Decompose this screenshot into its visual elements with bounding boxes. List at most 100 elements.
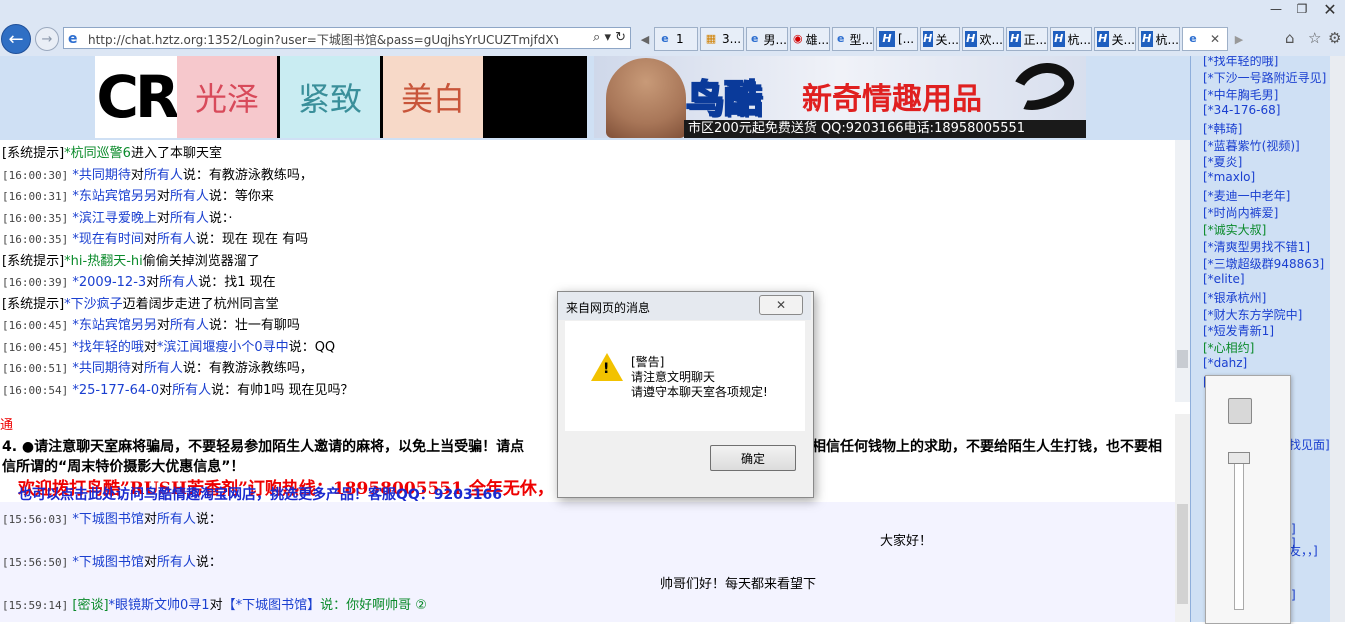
user-list-item[interactable]: [*找年轻的哦] (1203, 56, 1278, 69)
red-logo-icon: ◉ (793, 32, 803, 45)
user-list-item[interactable]: [*下沙一号路附近寻见] (1203, 69, 1326, 86)
address-url[interactable]: http://chat.hztz.org:1352/Login?user=下城图… (88, 31, 558, 48)
shop-link[interactable]: 也可以点击此处访问鸟酷情趣淘宝网店，挑选更多产品！客服QQ：9203166 (18, 484, 502, 504)
chat-user[interactable]: *东站宾馆另另 (72, 189, 157, 204)
user-list-item[interactable]: [*中年胸毛男] (1203, 86, 1278, 103)
chat-user[interactable]: *东站宾馆另另 (72, 318, 157, 333)
dialog-close-button[interactable]: ✕ (759, 295, 803, 315)
home-icon[interactable]: ⌂ (1285, 29, 1295, 47)
chat-user[interactable]: *杭同巡警6 (64, 146, 131, 161)
chat-target[interactable]: 所有人 (144, 361, 183, 376)
tab-label: 杭... (1067, 32, 1091, 47)
user-list-item-partial[interactable]: ] (1291, 588, 1296, 602)
address-tools[interactable]: ⌕ ▾ ↻ (593, 30, 626, 45)
tab-10[interactable]: H 杭... (1050, 27, 1092, 51)
tab-scroll-right-icon[interactable]: ▶ (1230, 27, 1248, 51)
tab-2[interactable]: ▦ 3... (700, 27, 744, 51)
tab-5[interactable]: e 型... (832, 27, 874, 51)
tab-11[interactable]: H 关... (1094, 27, 1136, 51)
tab-label: 1 (676, 32, 684, 46)
chat-target[interactable]: 所有人 (157, 512, 196, 527)
tab-scroll-left-icon[interactable]: ◀ (636, 27, 654, 51)
user-list-item-partial[interactable]: ] (1291, 522, 1296, 536)
chat-scrollbar[interactable] (1175, 140, 1190, 402)
chat-user[interactable]: *25-177-64-0 (72, 383, 159, 398)
close-window-icon[interactable]: ✕ (1316, 0, 1344, 19)
user-list-item[interactable]: [*34-176-68] (1203, 103, 1280, 117)
user-list-item-partial[interactable]: 找见面] (1289, 436, 1330, 453)
chat-target[interactable]: 所有人 (170, 189, 209, 204)
tab-label: [... (898, 32, 915, 46)
speaker-icon[interactable] (1228, 398, 1252, 424)
favorites-star-icon[interactable]: ☆ (1308, 29, 1321, 47)
announce-line-2: 信所谓的“周末特价摄影大优惠信息”！ (2, 459, 245, 475)
user-list-item[interactable]: [*elite] (1203, 272, 1245, 286)
user-list-item[interactable]: [*三墩超级群948863] (1203, 255, 1324, 272)
chat-user[interactable]: *共同期待 (72, 361, 131, 376)
user-list-item[interactable]: [*蓝暮紫竹(视频)] (1203, 137, 1300, 154)
user-list-scrollbar[interactable] (1330, 56, 1345, 622)
chat-scrollbar-thumb[interactable] (1177, 350, 1188, 368)
tab-7[interactable]: H 关... (920, 27, 960, 51)
chat-target[interactable]: *滨江闻堰瘦小个0寻中 (157, 340, 289, 355)
chat-target[interactable]: 所有人 (170, 211, 209, 226)
chat-target[interactable]: 所有人 (157, 232, 196, 247)
back-button[interactable]: ← (1, 24, 31, 54)
tab-4[interactable]: ◉ 雄... (790, 27, 830, 51)
chat-target[interactable]: 【*下城图书馆】 (223, 598, 321, 613)
chat-target[interactable]: 所有人 (159, 275, 198, 290)
chat-user[interactable]: *现在有时间 (72, 232, 144, 247)
ad-banner-niaoku[interactable]: 鸟酷 新奇情趣用品 市区200元起免费送货 QQ:9203166电话:18958… (594, 56, 1086, 138)
settings-gear-icon[interactable]: ⚙ (1328, 29, 1341, 47)
chat-user[interactable]: *找年轻的哦 (72, 340, 144, 355)
user-list-item[interactable]: [*财大东方学院中] (1203, 306, 1302, 323)
chat-user[interactable]: *下沙疯子 (64, 297, 123, 312)
volume-track[interactable] (1234, 458, 1244, 610)
tab-1[interactable]: e1 (654, 27, 698, 51)
user-list-item[interactable]: [*清爽型男找不错1] (1203, 238, 1310, 255)
chat-target[interactable]: 所有人 (172, 383, 211, 398)
forward-button[interactable]: → (35, 27, 59, 51)
user-list-item[interactable]: [*韩琦] (1203, 120, 1242, 137)
restore-icon[interactable]: ❐ (1288, 0, 1316, 18)
timestamp: [16:00:51] (2, 362, 69, 375)
tab-6[interactable]: H [... (876, 27, 918, 51)
user-list-item[interactable]: [*银承杭州] (1203, 289, 1266, 306)
tab-3[interactable]: e 男... (746, 27, 788, 51)
user-list-item[interactable]: [*心相约] (1203, 339, 1254, 356)
user-list-item-partial[interactable]: 友，，] (1289, 542, 1318, 559)
address-bar[interactable]: e http://chat.hztz.org:1352/Login?user=下… (63, 27, 631, 49)
tab-8[interactable]: H 欢... (962, 27, 1004, 51)
h-icon: H (1053, 31, 1065, 47)
ad-banner-cr[interactable]: CR 光泽 紧致 美白 (95, 56, 587, 138)
tab-close-icon[interactable]: ✕ (1210, 32, 1220, 46)
volume-handle[interactable] (1228, 452, 1250, 464)
lower-scrollbar[interactable] (1175, 414, 1190, 622)
chat-user[interactable]: *hi-热翻天-hi (64, 254, 143, 269)
ok-button[interactable]: 确定 (710, 445, 796, 471)
minimize-icon[interactable]: — (1262, 0, 1290, 18)
chat-target[interactable]: 所有人 (157, 555, 196, 570)
chat-target[interactable]: 所有人 (144, 168, 183, 183)
lower-scrollbar-thumb[interactable] (1177, 504, 1188, 604)
chat-text: 说：有教游泳教练吗， (182, 167, 313, 183)
tab-9[interactable]: H 正... (1006, 27, 1048, 51)
user-list-item[interactable]: [*时尚内裤爱] (1203, 204, 1278, 221)
user-list-item[interactable]: [*诚实大叔] (1203, 221, 1266, 238)
user-list-item[interactable]: [*夏炎] (1203, 153, 1242, 170)
chat-user[interactable]: *共同期待 (72, 168, 131, 183)
chat-user[interactable]: *眼镜斯文帅0寻1 (109, 598, 210, 613)
user-list-item[interactable]: [*dahz] (1203, 356, 1247, 370)
chat-user[interactable]: *2009-12-3 (72, 275, 146, 290)
user-list-item[interactable]: [*麦迪一中老年] (1203, 187, 1290, 204)
chat-target[interactable]: 所有人 (170, 318, 209, 333)
chat-user[interactable]: *下城图书馆 (72, 512, 144, 527)
user-list-item[interactable]: [*短发青新1] (1203, 322, 1274, 339)
chat-line: [系统提示]*下沙疯子迈着阔步走进了杭州同言堂 (2, 293, 279, 312)
chat-user[interactable]: *滨江寻爱晚上 (72, 211, 157, 226)
tab-13[interactable]: e ✕ (1182, 27, 1228, 51)
chat-user[interactable]: *下城图书馆 (72, 555, 144, 570)
tab-12[interactable]: H 杭... (1138, 27, 1180, 51)
user-list-item[interactable]: [*maxlo] (1203, 170, 1255, 184)
tab-label: 型... (849, 32, 873, 47)
